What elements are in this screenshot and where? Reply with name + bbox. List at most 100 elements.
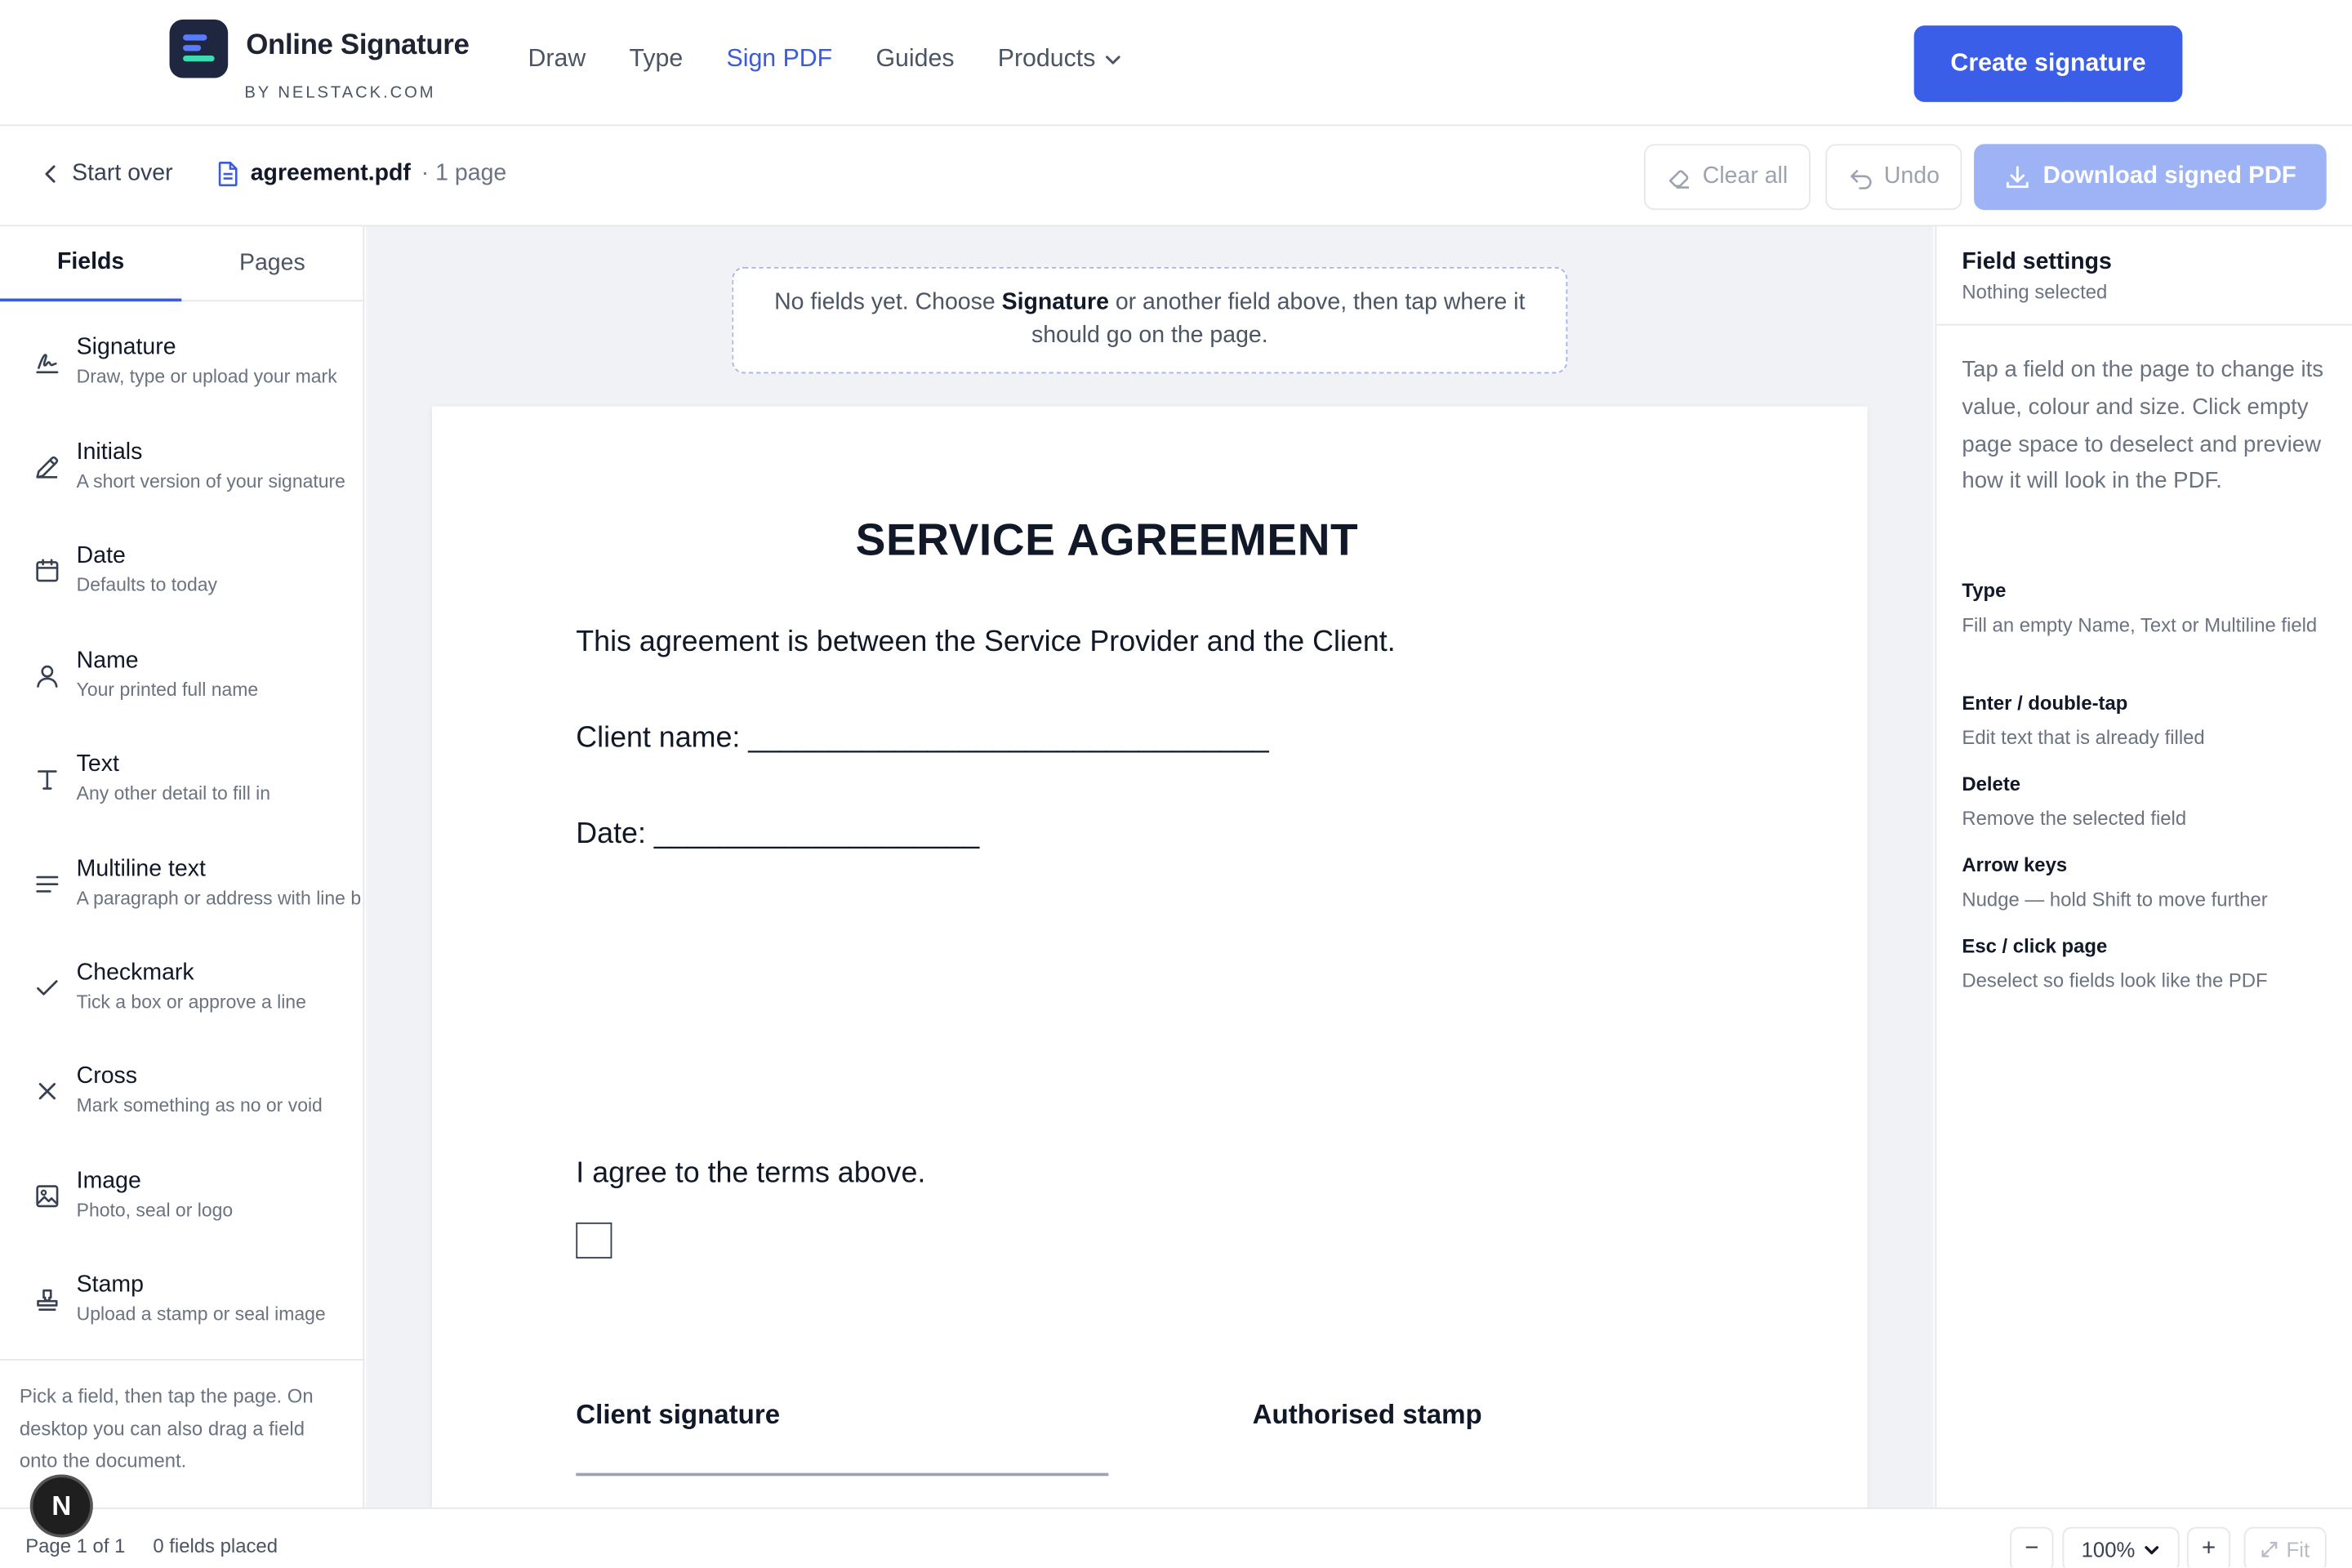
field-settings-intro: Tap a field on the page to change its va…	[1962, 357, 2324, 494]
nav-guides[interactable]: Guides	[875, 45, 954, 74]
nav-products[interactable]: Products	[998, 45, 1123, 74]
download-icon	[2007, 166, 2029, 189]
stamp-icon	[37, 1289, 58, 1312]
chevron-down-icon	[1106, 55, 1121, 64]
page-indicator: Page 1 of 1	[25, 1534, 126, 1557]
tab-fields[interactable]: Fields	[0, 226, 182, 302]
chevron-down-icon	[2145, 1545, 2159, 1554]
file-icon	[218, 161, 238, 187]
field-settings-header: Field settings Nothing selected	[1936, 226, 2352, 326]
document-toolbar: Start over agreement.pdf · 1 page Clear …	[0, 127, 2352, 227]
calendar-icon	[36, 559, 59, 582]
field-multiline-text[interactable]: Multiline text A paragraph or address wi…	[0, 849, 364, 939]
fields-panel: Fields Pages Signature Draw, type or upl…	[0, 226, 365, 1508]
file-info: agreement.pdf · 1 page	[216, 161, 506, 188]
zoom-select[interactable]: 100%	[2062, 1526, 2180, 1568]
field-description: A short version of your signature	[76, 470, 345, 492]
page-count: · 1 page	[421, 160, 507, 186]
cross-icon	[38, 1083, 56, 1100]
undo-label: Undo	[1883, 163, 1940, 189]
fit-button[interactable]: Fit	[2243, 1526, 2327, 1568]
logo-icon	[169, 19, 229, 78]
undo-button[interactable]: Undo	[1825, 144, 1962, 211]
signature-line	[576, 1472, 1109, 1476]
field-title: Checkmark	[76, 960, 194, 986]
field-title: Date	[76, 542, 126, 569]
app-window: Online Signature BY NELSTACK.COM Draw Ty…	[0, 0, 2352, 1568]
check-icon	[37, 980, 58, 996]
pen-icon	[36, 456, 59, 479]
shortcut-key: Esc / click page	[1962, 934, 2108, 957]
fit-label: Fit	[2286, 1537, 2310, 1562]
shortcut-item: Type Fill an empty Name, Text or Multili…	[1962, 577, 2336, 640]
field-signature[interactable]: Signature Draw, type or upload your mark	[0, 327, 364, 416]
shortcut-item: Enter / double-tap Edit text that is alr…	[1962, 690, 2336, 753]
shortcut-key: Type	[1962, 578, 2007, 602]
top-navbar: Online Signature BY NELSTACK.COM Draw Ty…	[0, 0, 2352, 127]
field-stamp[interactable]: Stamp Upload a stamp or seal image	[0, 1264, 364, 1354]
panel-tabs: Fields Pages	[0, 226, 365, 302]
shortcut-key: Enter / double-tap	[1962, 691, 2128, 715]
shortcut-item: Delete Remove the selected field	[1962, 771, 2336, 834]
expand-icon	[2261, 1541, 2278, 1557]
field-description: Mark something as no or void	[76, 1094, 323, 1116]
file-name: agreement.pdf	[250, 160, 411, 186]
field-description: Draw, type or upload your mark	[76, 366, 337, 387]
field-text[interactable]: Text Any other detail to fill in	[0, 744, 364, 834]
start-over-label: Start over	[72, 160, 173, 186]
clear-all-button[interactable]: Clear all	[1644, 144, 1811, 211]
shortcut-desc: Edit text that is already filled	[1962, 725, 2205, 749]
start-over-button[interactable]: Start over	[42, 160, 173, 188]
user-icon	[37, 665, 58, 688]
field-title: Text	[76, 751, 119, 777]
field-description: Defaults to today	[76, 574, 217, 596]
hint-text-bold: Signature	[1001, 289, 1109, 315]
eraser-icon	[1668, 169, 1690, 188]
field-initials[interactable]: Initials A short version of your signatu…	[0, 432, 364, 522]
clear-all-label: Clear all	[1702, 163, 1788, 189]
field-description: A paragraph or address with line b	[76, 888, 362, 910]
field-title: Signature	[76, 334, 176, 360]
zoom-value: 100%	[2081, 1537, 2136, 1562]
brand-name: Online Signature	[246, 29, 470, 62]
text-icon	[38, 770, 57, 790]
field-checkmark[interactable]: Checkmark Tick a box or approve a line	[0, 952, 364, 1042]
field-cross[interactable]: Cross Mark something as no or void	[0, 1056, 364, 1146]
field-name[interactable]: Name Your printed full name	[0, 640, 364, 730]
document-title: SERVICE AGREEMENT	[855, 515, 1359, 566]
shortcut-key: Delete	[1962, 772, 2021, 795]
shortcut-desc: Deselect so fields look like the PDF	[1962, 969, 2268, 992]
field-title: Image	[76, 1168, 141, 1195]
nav-sign-pdf[interactable]: Sign PDF	[727, 45, 833, 74]
field-description: Upload a stamp or seal image	[76, 1303, 326, 1325]
avatar[interactable]: N	[29, 1474, 93, 1538]
nav-products-label: Products	[997, 45, 1096, 73]
nav-draw[interactable]: Draw	[528, 45, 586, 74]
field-settings-title: Field settings	[1962, 248, 2112, 275]
field-date[interactable]: Date Defaults to today	[0, 536, 364, 626]
fields-placed-count: 0 fields placed	[153, 1534, 278, 1557]
pdf-page[interactable]: SERVICE AGREEMENT This agreement is betw…	[431, 406, 1868, 1508]
download-signed-pdf-button[interactable]: Download signed PDF	[1974, 144, 2327, 211]
shortcut-desc: Nudge — hold Shift to move further	[1962, 888, 2268, 911]
nav-type[interactable]: Type	[630, 45, 684, 74]
client-name-line: Client name: ___________________________…	[576, 721, 1269, 755]
shortcut-desc: Remove the selected field	[1962, 807, 2187, 830]
field-title: Multiline text	[76, 856, 206, 882]
client-signature-label: Client signature	[576, 1399, 781, 1430]
field-description: Any other detail to fill in	[76, 782, 271, 804]
undo-icon	[1851, 169, 1872, 189]
shortcut-item: Esc / click page Deselect so fields look…	[1962, 933, 2336, 996]
brand[interactable]: Online Signature BY NELSTACK.COM	[169, 19, 470, 102]
shortcut-key: Arrow keys	[1962, 853, 2068, 876]
tab-pages[interactable]: Pages	[181, 226, 363, 301]
zoom-in-button[interactable]: +	[2186, 1526, 2231, 1568]
field-image[interactable]: Image Photo, seal or logo	[0, 1161, 364, 1251]
field-description: Photo, seal or logo	[76, 1200, 234, 1222]
shortcut-desc: Fill an empty Name, Text or Multiline fi…	[1962, 613, 2318, 636]
zoom-out-button[interactable]: −	[2010, 1526, 2054, 1568]
document-canvas[interactable]: No fields yet. Choose Signature or anoth…	[366, 226, 1934, 1508]
brand-subtitle: BY NELSTACK.COM	[244, 83, 436, 102]
create-signature-button[interactable]: Create signature	[1913, 25, 2183, 102]
field-settings-panel: Field settings Nothing selected Tap a fi…	[1935, 226, 2352, 1508]
